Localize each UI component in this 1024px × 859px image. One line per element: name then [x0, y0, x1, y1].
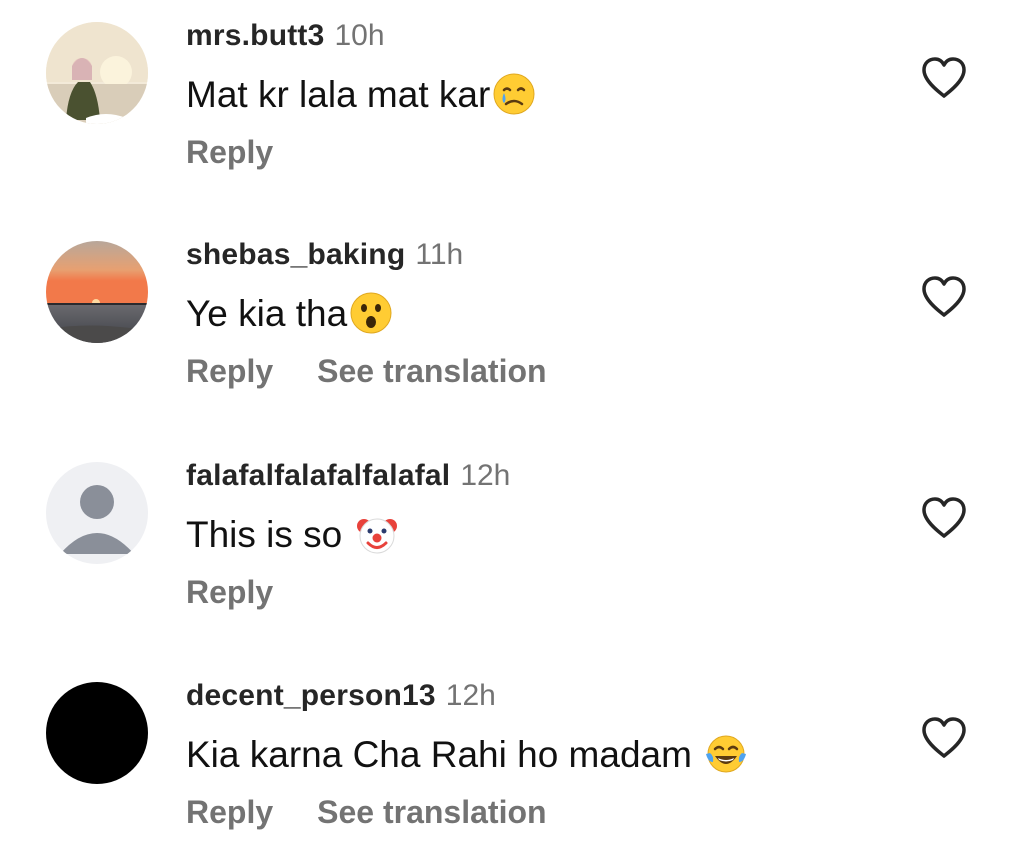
like-button[interactable] — [920, 716, 968, 760]
heart-icon — [922, 57, 966, 98]
reply-button[interactable]: Reply — [186, 353, 273, 389]
tears-of-joy-face-icon — [706, 735, 747, 773]
comment-actions: Reply — [186, 570, 273, 614]
comment-actions: Reply See translation — [186, 349, 547, 393]
like-button[interactable] — [920, 56, 968, 100]
default-avatar-icon — [46, 462, 148, 564]
reply-button[interactable]: Reply — [186, 134, 273, 170]
see-translation-button[interactable]: See translation — [317, 353, 546, 389]
username[interactable]: falafalfalafalfalafal — [186, 459, 450, 492]
comment-meta: falafalfalafalfalafal 12h — [186, 456, 510, 496]
timestamp: 11h — [415, 238, 464, 271]
comment-body: This is so — [186, 514, 353, 555]
comment-meta: decent_person13 12h — [186, 676, 496, 716]
astonished-face-icon — [350, 292, 392, 334]
comment-item: shebas_baking 11h Ye kia tha Reply See tra… — [0, 219, 1024, 419]
comment-item: decent_person13 12h Kia karna Cha Rahi ho… — [0, 660, 1024, 859]
heart-icon — [922, 717, 966, 758]
heart-icon — [922, 276, 966, 317]
comment-meta: shebas_baking 11h — [186, 235, 463, 275]
see-translation-button[interactable]: See translation — [317, 794, 546, 830]
comment-text: This is so — [186, 510, 399, 560]
avatar[interactable] — [46, 241, 148, 343]
comment-text: Mat kr lala mat kar — [186, 70, 536, 120]
timestamp: 12h — [460, 459, 511, 492]
like-button[interactable] — [920, 275, 968, 319]
comment-body: Ye kia tha — [186, 293, 348, 334]
avatar[interactable] — [46, 22, 148, 124]
avatar[interactable] — [46, 462, 148, 564]
clown-face-icon — [356, 518, 397, 554]
avatar-photo-black — [46, 682, 148, 784]
username[interactable]: mrs.butt3 — [186, 19, 325, 52]
timestamp: 10h — [334, 19, 385, 52]
username[interactable]: decent_person13 — [186, 679, 436, 712]
comment-body: Kia karna Cha Rahi ho madam — [186, 734, 703, 775]
comment-item: mrs.butt3 10h Mat kr lala mat kar Reply — [0, 0, 1024, 200]
comment-body: Mat kr lala mat kar — [186, 74, 491, 115]
avatar-photo-sunset — [46, 241, 148, 343]
reply-button[interactable]: Reply — [186, 574, 273, 610]
like-button[interactable] — [920, 496, 968, 540]
comment-actions: Reply See translation — [186, 790, 547, 834]
username[interactable]: shebas_baking — [186, 238, 405, 271]
avatar-photo-beach-person — [46, 22, 148, 124]
heart-icon — [922, 497, 966, 538]
comment-meta: mrs.butt3 10h — [186, 16, 385, 56]
avatar[interactable] — [46, 682, 148, 784]
comment-item: falafalfalafalfalafal 12h This is so Repl… — [0, 440, 1024, 640]
comment-text: Ye kia tha — [186, 289, 393, 339]
comments-list: mrs.butt3 10h Mat kr lala mat kar Reply — [0, 0, 1024, 859]
reply-button[interactable]: Reply — [186, 794, 273, 830]
comment-actions: Reply — [186, 130, 273, 174]
crying-face-icon — [493, 73, 535, 115]
comment-text: Kia karna Cha Rahi ho madam — [186, 730, 748, 780]
timestamp: 12h — [445, 679, 496, 712]
